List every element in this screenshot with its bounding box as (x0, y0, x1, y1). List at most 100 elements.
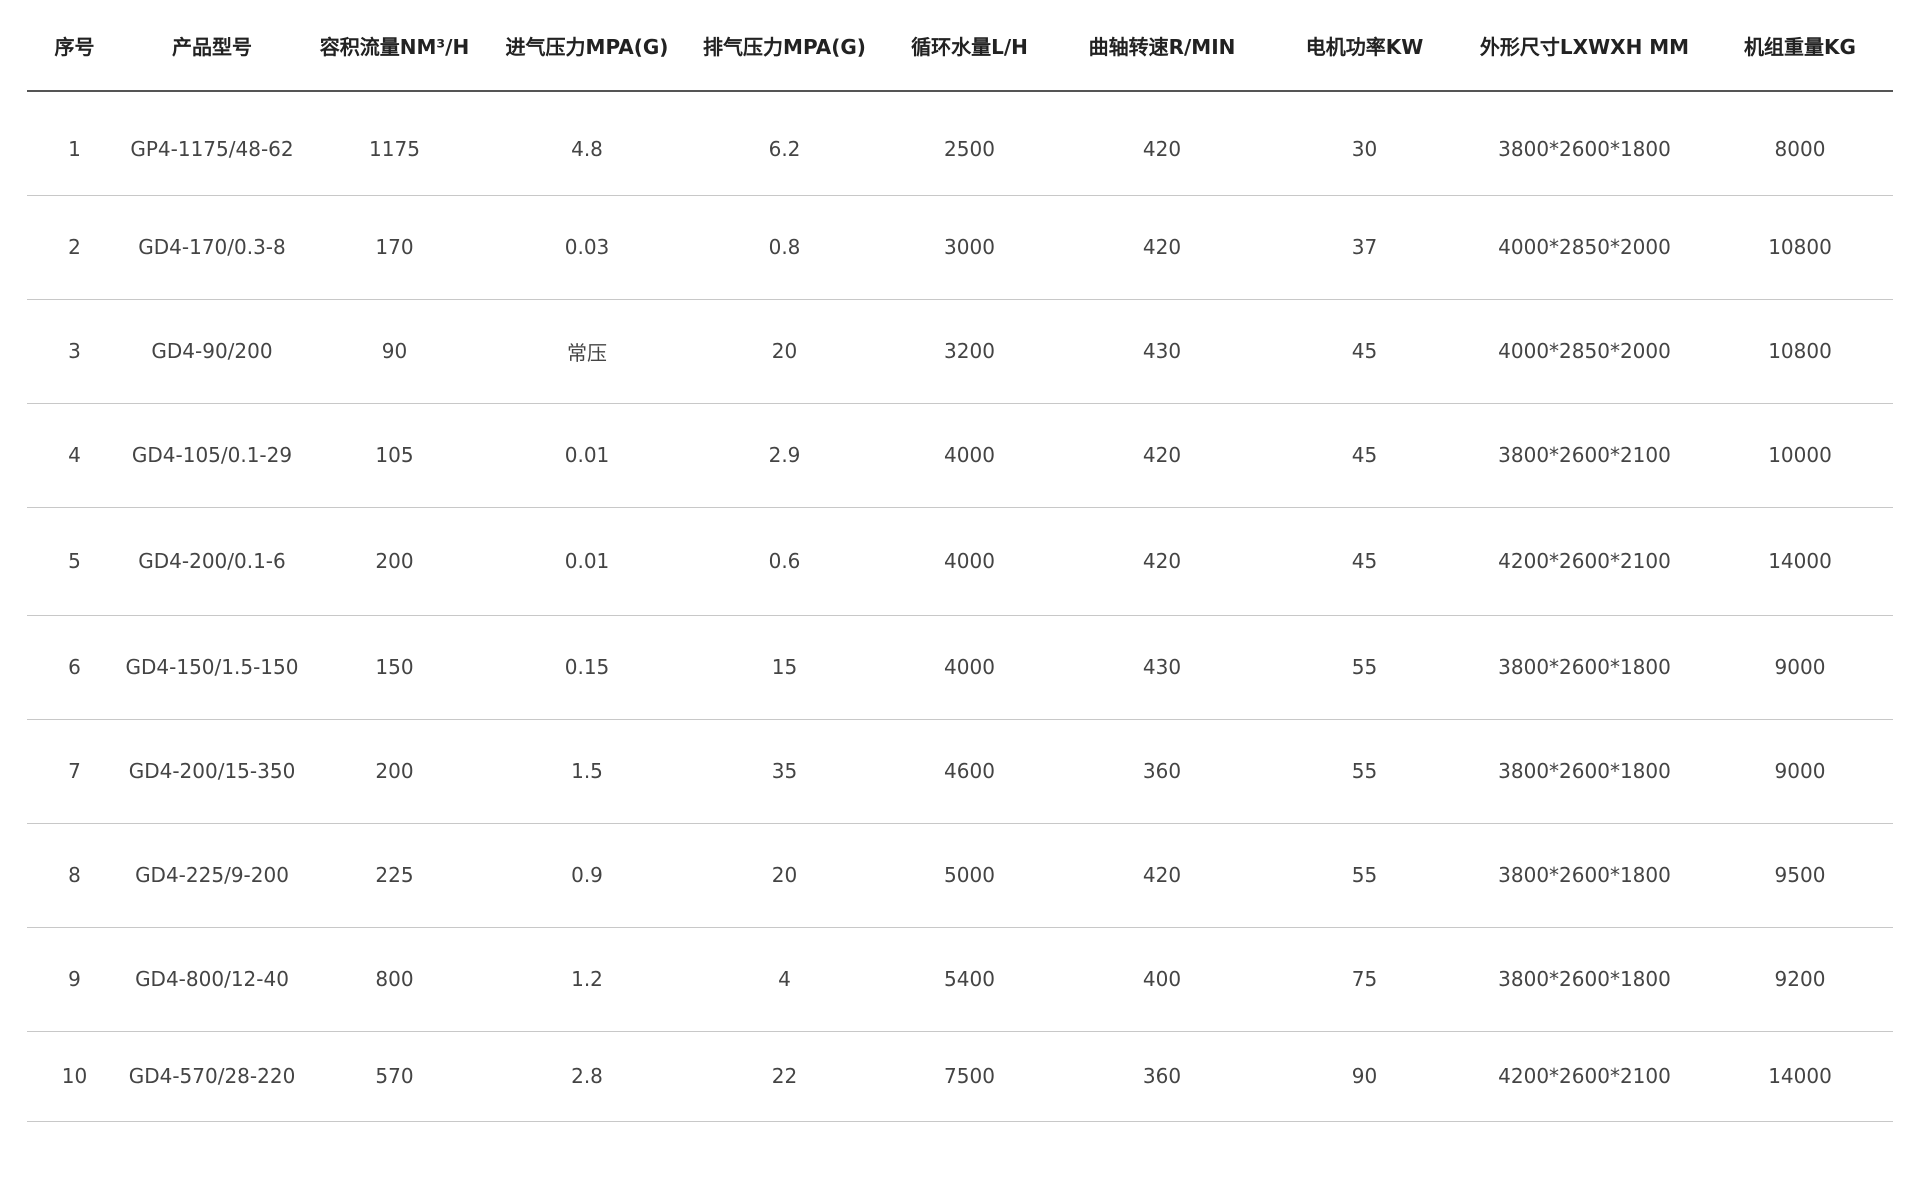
table-row: 8 GD4-225/9-200 225 0.9 20 5000 420 55 3… (27, 823, 1893, 928)
cell-inlet-pressure: 0.15 (487, 615, 687, 720)
cell-inlet-pressure: 0.01 (487, 403, 687, 508)
table-row: 1 GP4-1175/48-62 1175 4.8 6.2 2500 420 3… (27, 91, 1893, 196)
cell-dimensions: 4000*2850*2000 (1462, 195, 1707, 300)
header-model: 产品型号 (122, 0, 302, 92)
cell-index: 5 (27, 507, 122, 616)
cell-flow: 225 (302, 823, 487, 928)
cell-weight: 9000 (1707, 719, 1893, 824)
cell-model: GD4-200/0.1-6 (122, 507, 302, 616)
cell-index: 8 (27, 823, 122, 928)
cell-water-flow: 4000 (882, 403, 1057, 508)
cell-crank-speed: 430 (1057, 299, 1267, 404)
cell-dimensions: 3800*2600*1800 (1462, 719, 1707, 824)
cell-inlet-pressure: 4.8 (487, 91, 687, 196)
cell-motor-power: 55 (1267, 719, 1462, 824)
table-row: 3 GD4-90/200 90 常压 20 3200 430 45 4000*2… (27, 299, 1893, 404)
cell-flow: 90 (302, 299, 487, 404)
cell-water-flow: 5400 (882, 927, 1057, 1032)
cell-outlet-pressure: 15 (687, 615, 882, 720)
cell-dimensions: 3800*2600*1800 (1462, 823, 1707, 928)
table-body: 1 GP4-1175/48-62 1175 4.8 6.2 2500 420 3… (27, 91, 1893, 1122)
header-row: 序号 产品型号 容积流量NM³/H 进气压力MPA(G) 排气压力MPA(G) … (27, 0, 1893, 92)
cell-flow: 800 (302, 927, 487, 1032)
header-flow: 容积流量NM³/H (302, 0, 487, 92)
cell-motor-power: 90 (1267, 1031, 1462, 1122)
cell-weight: 14000 (1707, 1031, 1893, 1122)
cell-dimensions: 3800*2600*1800 (1462, 91, 1707, 196)
cell-weight: 9200 (1707, 927, 1893, 1032)
cell-water-flow: 4000 (882, 507, 1057, 616)
cell-outlet-pressure: 0.6 (687, 507, 882, 616)
cell-model: GD4-800/12-40 (122, 927, 302, 1032)
cell-motor-power: 45 (1267, 299, 1462, 404)
cell-water-flow: 7500 (882, 1031, 1057, 1122)
header-weight: 机组重量KG (1707, 0, 1893, 92)
cell-model: GD4-200/15-350 (122, 719, 302, 824)
cell-motor-power: 55 (1267, 615, 1462, 720)
cell-outlet-pressure: 4 (687, 927, 882, 1032)
cell-dimensions: 4200*2600*2100 (1462, 1031, 1707, 1122)
table-row: 4 GD4-105/0.1-29 105 0.01 2.9 4000 420 4… (27, 403, 1893, 508)
table-row: 9 GD4-800/12-40 800 1.2 4 5400 400 75 38… (27, 927, 1893, 1032)
cell-model: GD4-570/28-220 (122, 1031, 302, 1122)
cell-dimensions: 4200*2600*2100 (1462, 507, 1707, 616)
cell-outlet-pressure: 20 (687, 823, 882, 928)
cell-index: 9 (27, 927, 122, 1032)
cell-index: 10 (27, 1031, 122, 1122)
cell-water-flow: 5000 (882, 823, 1057, 928)
cell-weight: 8000 (1707, 91, 1893, 196)
cell-outlet-pressure: 22 (687, 1031, 882, 1122)
cell-weight: 9000 (1707, 615, 1893, 720)
header-outlet-pressure: 排气压力MPA(G) (687, 0, 882, 92)
cell-crank-speed: 400 (1057, 927, 1267, 1032)
table-row: 5 GD4-200/0.1-6 200 0.01 0.6 4000 420 45… (27, 507, 1893, 616)
cell-inlet-pressure: 常压 (487, 299, 687, 404)
compressor-spec-table: 序号 产品型号 容积流量NM³/H 进气压力MPA(G) 排气压力MPA(G) … (27, 0, 1893, 1122)
cell-model: GD4-225/9-200 (122, 823, 302, 928)
table-row: 6 GD4-150/1.5-150 150 0.15 15 4000 430 5… (27, 615, 1893, 720)
cell-weight: 10800 (1707, 299, 1893, 404)
cell-water-flow: 4600 (882, 719, 1057, 824)
cell-index: 4 (27, 403, 122, 508)
cell-inlet-pressure: 1.2 (487, 927, 687, 1032)
cell-crank-speed: 420 (1057, 403, 1267, 508)
cell-flow: 200 (302, 507, 487, 616)
cell-model: GD4-170/0.3-8 (122, 195, 302, 300)
cell-dimensions: 3800*2600*2100 (1462, 403, 1707, 508)
cell-crank-speed: 360 (1057, 1031, 1267, 1122)
cell-flow: 105 (302, 403, 487, 508)
cell-inlet-pressure: 0.9 (487, 823, 687, 928)
cell-motor-power: 30 (1267, 91, 1462, 196)
cell-flow: 1175 (302, 91, 487, 196)
cell-weight: 10000 (1707, 403, 1893, 508)
cell-motor-power: 45 (1267, 403, 1462, 508)
cell-index: 6 (27, 615, 122, 720)
table-row: 7 GD4-200/15-350 200 1.5 35 4600 360 55 … (27, 719, 1893, 824)
cell-motor-power: 45 (1267, 507, 1462, 616)
cell-crank-speed: 420 (1057, 91, 1267, 196)
header-dimensions: 外形尺寸LXWXH MM (1462, 0, 1707, 92)
cell-index: 3 (27, 299, 122, 404)
cell-dimensions: 3800*2600*1800 (1462, 615, 1707, 720)
cell-crank-speed: 420 (1057, 507, 1267, 616)
cell-model: GD4-105/0.1-29 (122, 403, 302, 508)
table-row: 10 GD4-570/28-220 570 2.8 22 7500 360 90… (27, 1031, 1893, 1122)
cell-motor-power: 37 (1267, 195, 1462, 300)
cell-motor-power: 75 (1267, 927, 1462, 1032)
cell-dimensions: 3800*2600*1800 (1462, 927, 1707, 1032)
cell-model: GP4-1175/48-62 (122, 91, 302, 196)
cell-index: 7 (27, 719, 122, 824)
spec-table-container: 序号 产品型号 容积流量NM³/H 进气压力MPA(G) 排气压力MPA(G) … (27, 0, 1893, 1122)
cell-weight: 10800 (1707, 195, 1893, 300)
header-inlet-pressure: 进气压力MPA(G) (487, 0, 687, 92)
cell-crank-speed: 430 (1057, 615, 1267, 720)
cell-inlet-pressure: 0.01 (487, 507, 687, 616)
cell-model: GD4-90/200 (122, 299, 302, 404)
cell-inlet-pressure: 0.03 (487, 195, 687, 300)
cell-model: GD4-150/1.5-150 (122, 615, 302, 720)
cell-outlet-pressure: 35 (687, 719, 882, 824)
cell-dimensions: 4000*2850*2000 (1462, 299, 1707, 404)
header-motor-power: 电机功率KW (1267, 0, 1462, 92)
header-crank-speed: 曲轴转速R/MIN (1057, 0, 1267, 92)
cell-inlet-pressure: 1.5 (487, 719, 687, 824)
